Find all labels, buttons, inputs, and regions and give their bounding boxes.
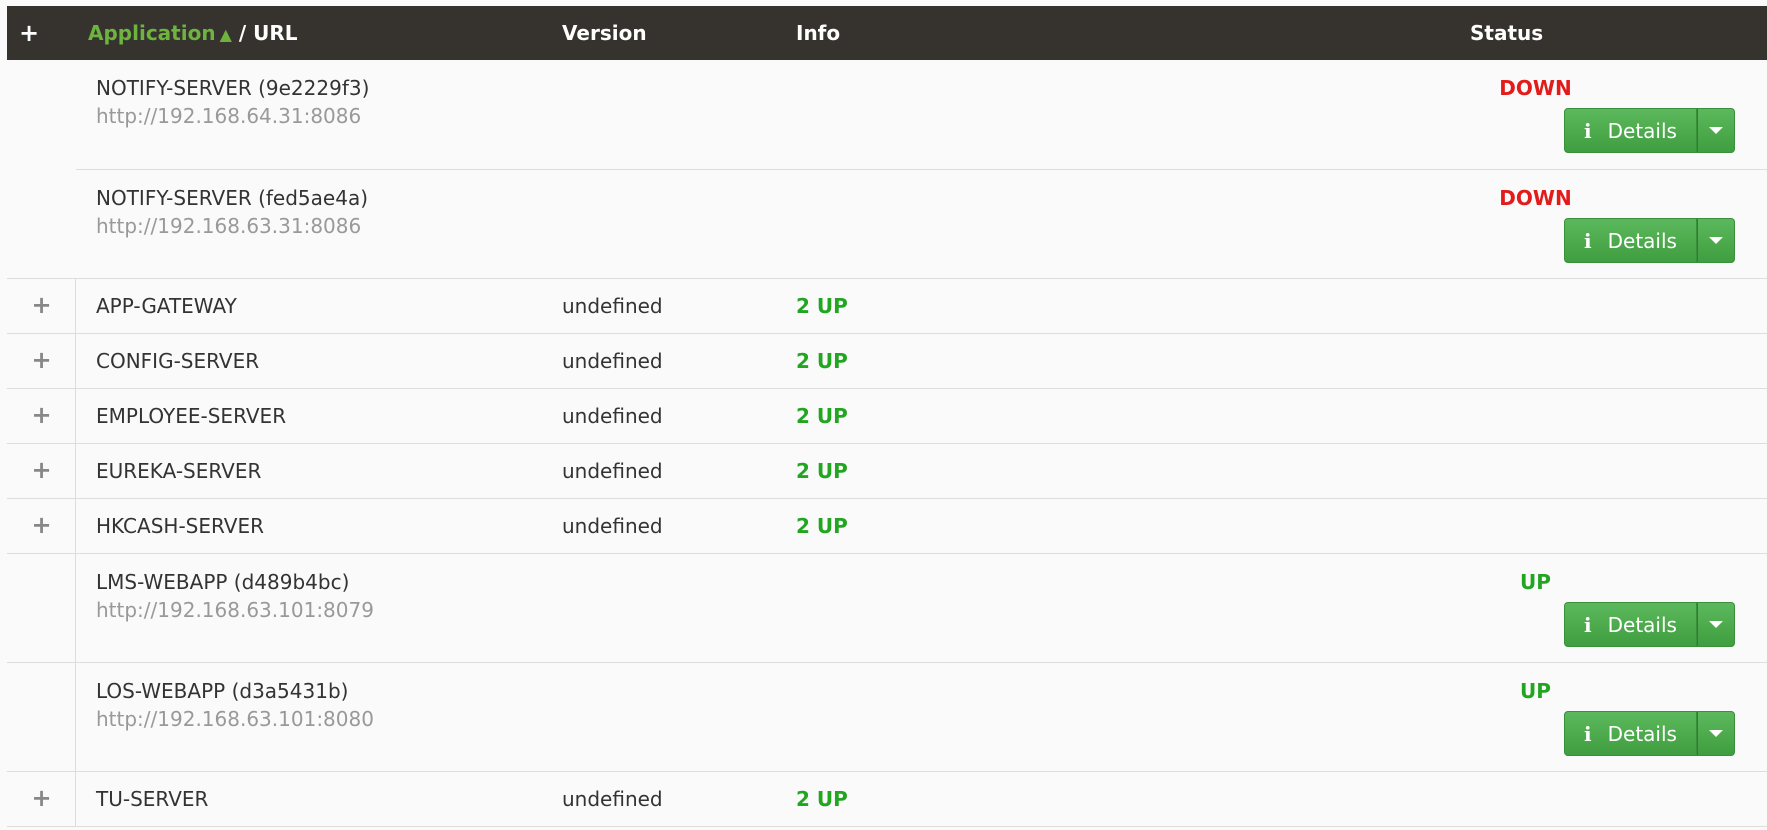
application-name: APP-GATEWAY xyxy=(96,294,237,318)
details-label: Details xyxy=(1607,612,1677,637)
details-dropdown-toggle[interactable] xyxy=(1697,218,1735,263)
expand-all-icon[interactable]: + xyxy=(19,6,39,60)
expand-icon[interactable]: + xyxy=(7,346,76,374)
status-badge: DOWN xyxy=(1499,186,1572,210)
status-column-header[interactable]: Status xyxy=(1470,6,1543,60)
instance-url[interactable]: http://192.168.63.101:8079 xyxy=(96,598,374,622)
details-button-group: i Details xyxy=(1564,108,1735,153)
status-badge: UP xyxy=(1520,570,1551,594)
caret-down-icon xyxy=(1709,621,1723,628)
info-column-header[interactable]: Info xyxy=(796,6,840,60)
info-icon: i xyxy=(1584,118,1592,143)
application-group-row[interactable]: + APP-GATEWAY undefined 2 UP xyxy=(7,279,1767,334)
url-column-header[interactable]: / URL xyxy=(239,21,298,45)
application-group-row[interactable]: + TU-SERVER undefined 2 UP xyxy=(7,772,1767,827)
details-dropdown-toggle[interactable] xyxy=(1697,711,1735,756)
application-name: CONFIG-SERVER xyxy=(96,349,260,373)
expand-icon[interactable]: + xyxy=(7,784,76,812)
application-url-header[interactable]: Application ▲ / URL xyxy=(88,6,298,62)
instance-name: NOTIFY-SERVER (fed5ae4a) xyxy=(96,186,369,210)
instances-up-count: 2 UP xyxy=(796,514,848,538)
instance-url[interactable]: http://192.168.63.101:8080 xyxy=(96,707,374,731)
application-name: EUREKA-SERVER xyxy=(96,459,262,483)
notify-server-group: − NOTIFY-SERVER (9e2229f3) http://192.16… xyxy=(7,60,1767,279)
expand-icon[interactable]: + xyxy=(7,456,76,484)
application-group-row[interactable]: + CONFIG-SERVER undefined 2 UP xyxy=(7,334,1767,389)
applications-table: + Application ▲ / URL Version Info Status… xyxy=(7,6,1767,827)
instances-up-count: 2 UP xyxy=(796,294,848,318)
application-name: EMPLOYEE-SERVER xyxy=(96,404,287,428)
instances-up-count: 2 UP xyxy=(796,349,848,373)
instances-up-count: 2 UP xyxy=(796,404,848,428)
instances-up-count: 2 UP xyxy=(796,459,848,483)
application-group-row[interactable]: + HKCASH-SERVER undefined 2 UP xyxy=(7,499,1767,554)
instance-name: LMS-WEBAPP (d489b4bc) xyxy=(96,570,350,594)
version-value: undefined xyxy=(562,349,663,373)
details-label: Details xyxy=(1607,118,1677,143)
details-button-group: i Details xyxy=(1564,218,1735,263)
application-group-row[interactable]: + EMPLOYEE-SERVER undefined 2 UP xyxy=(7,389,1767,444)
details-button-group: i Details xyxy=(1564,602,1735,647)
instance-name: LOS-WEBAPP (d3a5431b) xyxy=(96,679,349,703)
application-name: HKCASH-SERVER xyxy=(96,514,265,538)
version-value: undefined xyxy=(562,404,663,428)
instance-row: LMS-WEBAPP (d489b4bc) http://192.168.63.… xyxy=(7,554,1767,663)
version-value: undefined xyxy=(562,787,663,811)
version-value: undefined xyxy=(562,514,663,538)
details-button[interactable]: i Details xyxy=(1564,711,1697,756)
caret-down-icon xyxy=(1709,730,1723,737)
expand-icon[interactable]: + xyxy=(7,291,76,319)
instance-name: NOTIFY-SERVER (9e2229f3) xyxy=(96,76,370,100)
sort-ascending-icon[interactable]: ▲ xyxy=(220,25,232,44)
details-label: Details xyxy=(1607,228,1677,253)
caret-down-icon xyxy=(1709,237,1723,244)
details-dropdown-toggle[interactable] xyxy=(1697,108,1735,153)
details-button[interactable]: i Details xyxy=(1564,108,1697,153)
application-group-row[interactable]: + EUREKA-SERVER undefined 2 UP xyxy=(7,444,1767,499)
instance-row: LOS-WEBAPP (d3a5431b) http://192.168.63.… xyxy=(7,663,1767,772)
details-dropdown-toggle[interactable] xyxy=(1697,602,1735,647)
instances-up-count: 2 UP xyxy=(796,787,848,811)
application-name: TU-SERVER xyxy=(96,787,209,811)
instance-row: NOTIFY-SERVER (fed5ae4a) http://192.168.… xyxy=(7,169,1767,278)
details-button[interactable]: i Details xyxy=(1564,218,1697,263)
info-icon: i xyxy=(1584,721,1592,746)
status-badge: UP xyxy=(1520,679,1551,703)
status-badge: DOWN xyxy=(1499,76,1572,100)
instance-row: NOTIFY-SERVER (9e2229f3) http://192.168.… xyxy=(7,60,1767,169)
expand-icon[interactable]: + xyxy=(7,401,76,429)
version-column-header[interactable]: Version xyxy=(562,6,647,60)
version-value: undefined xyxy=(562,459,663,483)
info-icon: i xyxy=(1584,612,1592,637)
table-header: + Application ▲ / URL Version Info Status xyxy=(7,6,1767,60)
details-button-group: i Details xyxy=(1564,711,1735,756)
instance-url[interactable]: http://192.168.64.31:8086 xyxy=(96,104,361,128)
instance-url[interactable]: http://192.168.63.31:8086 xyxy=(96,214,361,238)
caret-down-icon xyxy=(1709,127,1723,134)
details-button[interactable]: i Details xyxy=(1564,602,1697,647)
application-column-header[interactable]: Application xyxy=(88,21,216,45)
version-value: undefined xyxy=(562,294,663,318)
expand-icon[interactable]: + xyxy=(7,511,76,539)
info-icon: i xyxy=(1584,228,1592,253)
details-label: Details xyxy=(1607,721,1677,746)
